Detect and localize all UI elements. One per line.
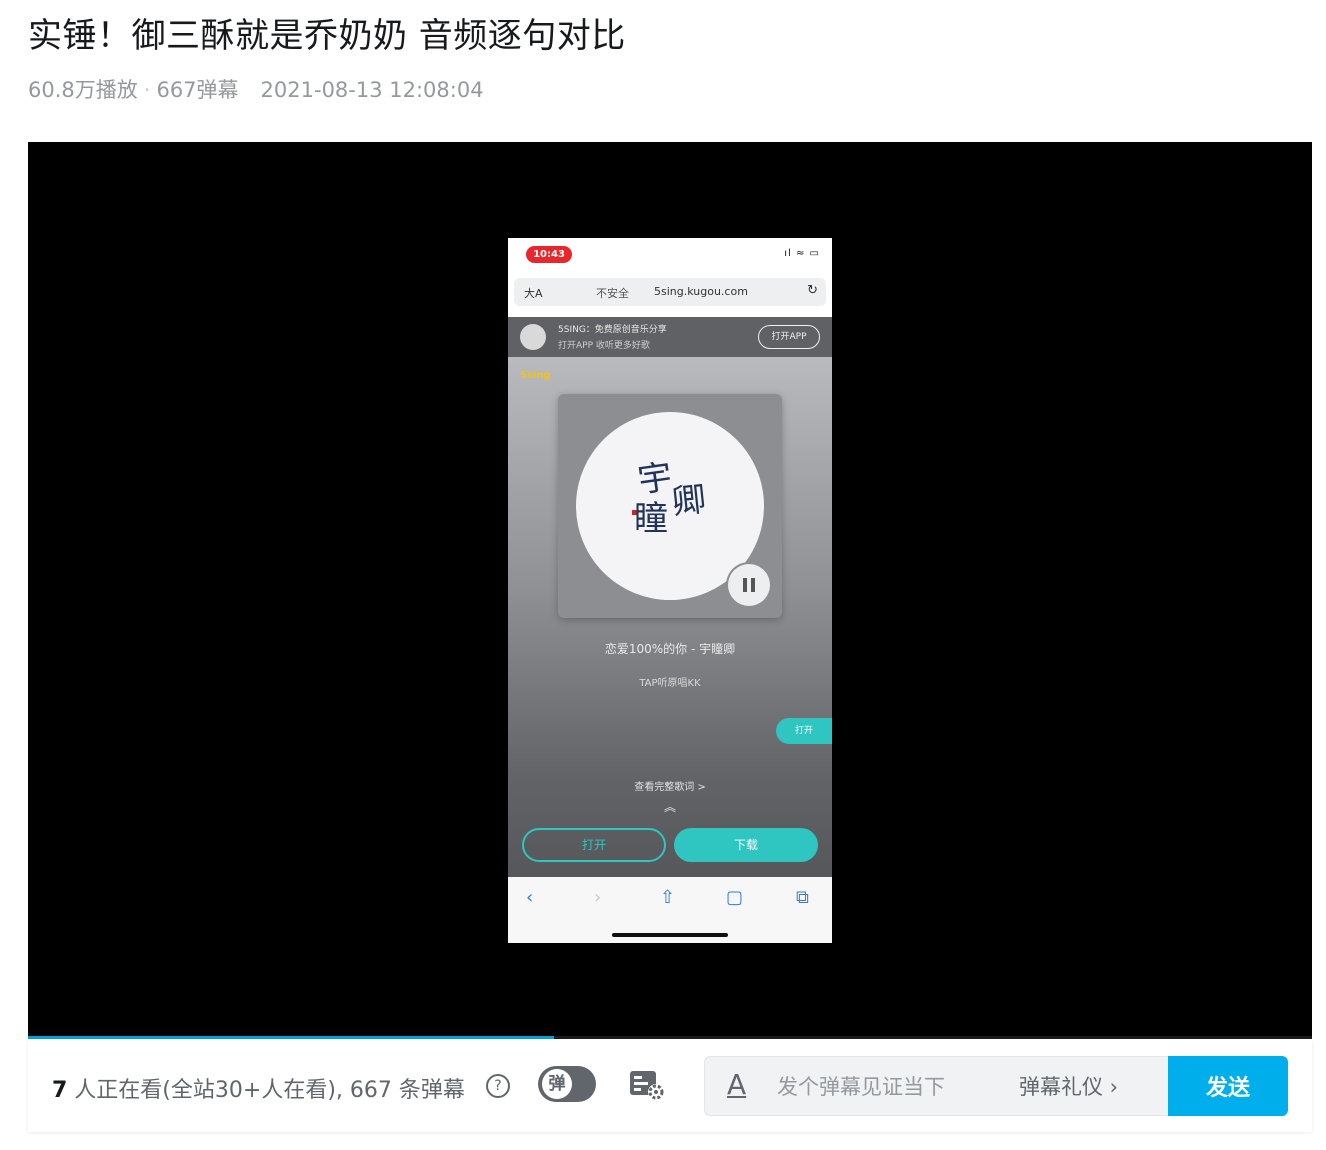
viewer-number: 7 xyxy=(52,1078,68,1103)
banner-line-1: 5SING：免费原创音乐分享 xyxy=(558,325,667,335)
danmaku-settings-icon[interactable] xyxy=(628,1068,666,1102)
danmaku-input-wrapper: A 弹幕礼仪 › xyxy=(704,1056,1170,1116)
meta-separator: · xyxy=(143,78,151,102)
viewer-text: 人正在看(全站30+人在看), 667 条弹幕 xyxy=(67,1078,465,1103)
tabs-icon: ⧉ xyxy=(796,887,809,908)
calligraphy-char-2: 瞳 xyxy=(634,499,668,539)
danmaku-bar: 7 人正在看(全站30+人在看), 667 条弹幕 ? 弹 A 弹幕礼仪 › 发… xyxy=(28,1040,1312,1132)
video-meta: 60.8万播放 · 667弹幕 2021-08-13 12:08:04 xyxy=(28,74,484,104)
song-subtitle: TAP听原唱KK xyxy=(639,678,701,689)
phone-time: 10:43 xyxy=(526,246,572,263)
publish-date: 2021-08-13 12:08:04 xyxy=(260,78,484,102)
app-download-banner: 5SING：免费原创音乐分享 打开APP 收听更多好歌 打开APP xyxy=(508,317,832,357)
phone-screen-recording: 10:43 ıl ≈ ▭ 大A 不安全 5sing.kugou.com ↻ 5S… xyxy=(508,238,832,943)
danmaku-toggle-knob: 弹 xyxy=(542,1069,572,1099)
calligraphy-char-3: 卿 xyxy=(670,479,708,523)
forward-icon: › xyxy=(594,887,602,908)
side-open-pill: 打开 xyxy=(776,718,832,744)
back-icon: ‹ xyxy=(526,887,534,908)
send-button[interactable]: 发送 xyxy=(1168,1056,1288,1116)
font-style-icon[interactable]: A xyxy=(727,1068,746,1101)
view-count: 60.8万播放 xyxy=(28,78,138,102)
page-url: 5sing.kugou.com xyxy=(654,285,748,298)
danmaku-count: 667弹幕 xyxy=(156,78,239,102)
video-title: 实锤！御三酥就是乔奶奶 音频逐句对比 xyxy=(28,16,626,56)
phone-download-button: 下载 xyxy=(674,828,818,862)
banner-open-button: 打开APP xyxy=(758,325,820,349)
viewer-count: 7 人正在看(全站30+人在看), 667 条弹幕 xyxy=(52,1072,465,1104)
danmaku-input[interactable] xyxy=(775,1071,1009,1103)
home-indicator xyxy=(612,933,728,937)
album-cover: 宇 瞳 卿 xyxy=(558,394,782,618)
browser-toolbar: ‹ › ⇧ ▢ ⧉ xyxy=(508,877,832,943)
phone-open-button: 打开 xyxy=(522,828,666,862)
help-icon[interactable]: ? xyxy=(486,1074,510,1098)
calligraphy-artwork: 宇 瞳 卿 xyxy=(632,456,718,552)
phone-status-bar: 10:43 ıl ≈ ▭ xyxy=(508,238,832,272)
banner-line-2: 打开APP 收听更多好歌 xyxy=(558,341,650,351)
danmaku-toggle[interactable]: 弹 xyxy=(538,1066,596,1102)
reload-icon: ↻ xyxy=(807,283,818,298)
app-logo-icon xyxy=(520,324,546,350)
lyrics-link: 查看完整歌词 > xyxy=(634,782,706,793)
browser-url-bar: 大A 不安全 5sing.kugou.com ↻ xyxy=(514,278,826,306)
text-size-icon: 大A xyxy=(524,287,543,300)
calligraphy-char-1: 宇 xyxy=(635,456,675,502)
video-progress-bar[interactable] xyxy=(28,1036,1312,1039)
danmaku-etiquette-link[interactable]: 弹幕礼仪 › xyxy=(1019,1071,1118,1101)
brand-logo: 5sing xyxy=(520,370,551,381)
not-secure-label: 不安全 xyxy=(596,287,629,300)
video-progress-fill xyxy=(28,1036,555,1039)
pause-icon xyxy=(728,564,770,606)
bookmarks-icon: ▢ xyxy=(726,887,744,908)
video-player[interactable]: 10:43 ıl ≈ ▭ 大A 不安全 5sing.kugou.com ↻ 5S… xyxy=(28,142,1312,1038)
signal-battery-icons: ıl ≈ ▭ xyxy=(784,248,820,259)
chevron-up-icon: ︽ xyxy=(663,800,676,814)
share-icon: ⇧ xyxy=(660,887,676,908)
song-title: 恋爱100%的你 - 宇瞳卿 xyxy=(604,642,736,656)
